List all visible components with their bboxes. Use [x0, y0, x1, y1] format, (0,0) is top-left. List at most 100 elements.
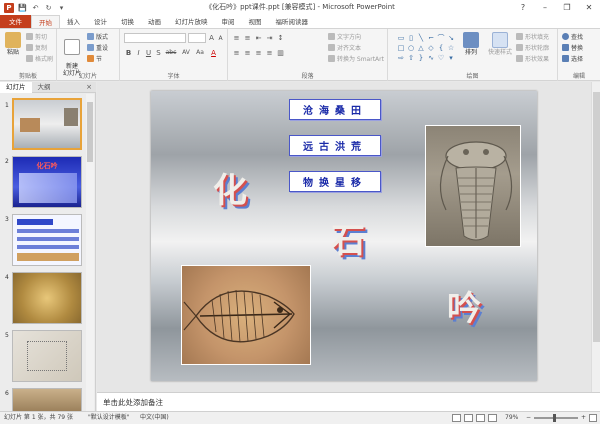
shape-outline-button[interactable]: 形状轮廓	[516, 43, 549, 52]
star-shape-icon[interactable]: ☆	[446, 43, 456, 53]
minimize-button[interactable]: –	[534, 0, 556, 15]
redo-icon[interactable]: ↻	[44, 3, 53, 12]
slide-thumbnail-6[interactable]	[12, 388, 82, 412]
format-painter-button[interactable]: 格式刷	[26, 54, 53, 63]
vertical-textbox-shape-icon[interactable]: ▯	[406, 33, 416, 43]
italic-button[interactable]: I	[134, 48, 143, 57]
char-spacing-button[interactable]: AV	[180, 48, 192, 57]
triangle-shape-icon[interactable]: △	[416, 43, 426, 53]
language-indicator[interactable]: 中文(中国)	[140, 412, 169, 424]
textbox-shape-icon[interactable]: ▭	[396, 33, 406, 43]
shadow-button[interactable]: S	[154, 48, 163, 57]
zoom-slider-thumb[interactable]	[553, 414, 557, 422]
strikethrough-button[interactable]: abc	[164, 48, 178, 57]
tab-view[interactable]: 视图	[242, 15, 269, 28]
increase-indent-icon[interactable]: ⇥	[265, 33, 274, 42]
tab-insert[interactable]: 插入	[60, 15, 87, 28]
slide-thumbnail-4[interactable]	[12, 272, 82, 324]
slide-scroll-thumb[interactable]	[593, 92, 600, 342]
bracket-shape-icon[interactable]: {	[436, 43, 446, 53]
tab-home[interactable]: 开始	[31, 15, 60, 28]
reading-view-icon[interactable]	[476, 414, 485, 422]
cut-button[interactable]: 剪切	[26, 32, 47, 41]
quick-styles-button[interactable]: 快速样式	[486, 32, 514, 56]
slide-thumbnail-2[interactable]: 化石吟	[12, 156, 82, 208]
paste-button[interactable]: 粘贴	[2, 32, 24, 56]
fit-to-window-icon[interactable]	[589, 414, 597, 422]
shapes-gallery[interactable]: ▭ ▯ ╲ ⌐ ⌒ ↘ □ ○ △ ◇{☆ ⇨ ⇧} ∿ ♡ ▾	[396, 33, 456, 67]
layout-button[interactable]: 版式	[87, 32, 108, 41]
zoom-percent[interactable]: 79%	[505, 412, 518, 424]
save-icon[interactable]: 💾	[18, 3, 27, 12]
shrink-font-button[interactable]: A	[216, 34, 225, 43]
panel-scrollbar[interactable]	[86, 94, 94, 412]
wave-shape-icon[interactable]: ∿	[426, 53, 436, 63]
more-shapes-icon[interactable]: ▾	[446, 53, 456, 63]
tab-foxit-reader[interactable]: 福昕阅读器	[269, 15, 316, 28]
arrow-shape-icon[interactable]: ↘	[446, 33, 456, 43]
line-shape-icon[interactable]: ╲	[416, 33, 426, 43]
line-spacing-icon[interactable]: ↕	[276, 33, 285, 42]
tab-design[interactable]: 设计	[87, 15, 114, 28]
slide-thumbnail-3[interactable]	[12, 214, 82, 266]
undo-icon[interactable]: ↶	[31, 3, 40, 12]
columns-icon[interactable]: ▥	[276, 48, 285, 57]
diamond-shape-icon[interactable]: ◇	[426, 43, 436, 53]
select-button[interactable]: 选择	[562, 54, 583, 63]
align-right-icon[interactable]: ≡	[254, 48, 263, 57]
idiom-box-3[interactable]: 物换星移	[289, 171, 381, 192]
align-text-button[interactable]: 对齐文本	[328, 43, 361, 52]
reset-button[interactable]: 重设	[87, 43, 108, 52]
curve-shape-icon[interactable]: ⌒	[436, 33, 446, 43]
title-char-hua[interactable]: 化	[213, 163, 247, 212]
tab-slides[interactable]: 幻灯片	[0, 81, 32, 93]
panel-close-icon[interactable]: ×	[86, 82, 92, 93]
fossil-fish-image[interactable]	[181, 265, 311, 365]
slide-sorter-icon[interactable]	[464, 414, 473, 422]
find-button[interactable]: 查找	[562, 32, 583, 41]
slide-thumbnail-5[interactable]	[12, 330, 82, 382]
copy-button[interactable]: 复制	[26, 43, 47, 52]
tab-slideshow[interactable]: 幻灯片放映	[168, 15, 215, 28]
panel-scroll-thumb[interactable]	[87, 102, 93, 162]
bullets-icon[interactable]: ≡	[232, 33, 241, 42]
notes-pane[interactable]: 单击此处添加备注	[97, 392, 600, 411]
arrange-button[interactable]: 排列	[460, 32, 482, 56]
title-char-yin[interactable]: 吟	[447, 281, 481, 330]
slideshow-view-icon[interactable]	[488, 414, 497, 422]
bold-button[interactable]: B	[124, 48, 133, 57]
grow-font-button[interactable]: A	[207, 33, 216, 42]
font-size-combo[interactable]	[188, 33, 206, 43]
tab-animations[interactable]: 动画	[141, 15, 168, 28]
zoom-in-button[interactable]: +	[581, 412, 586, 424]
align-left-icon[interactable]: ≡	[232, 48, 241, 57]
rectangle-shape-icon[interactable]: □	[396, 43, 406, 53]
heart-shape-icon[interactable]: ♡	[436, 53, 446, 63]
close-button[interactable]: ✕	[578, 0, 600, 15]
font-color-button[interactable]: A	[209, 48, 218, 57]
idiom-box-2[interactable]: 远古洪荒	[289, 135, 381, 156]
decrease-indent-icon[interactable]: ⇤	[254, 33, 263, 42]
tab-transitions[interactable]: 切换	[114, 15, 141, 28]
replace-button[interactable]: 替换	[562, 43, 583, 52]
tab-file[interactable]: 文件	[0, 15, 31, 28]
tab-review[interactable]: 审阅	[215, 15, 242, 28]
align-center-icon[interactable]: ≡	[243, 48, 252, 57]
slide-scrollbar[interactable]	[591, 82, 600, 392]
justify-icon[interactable]: ≡	[265, 48, 274, 57]
trilobite-fossil-image[interactable]	[425, 125, 521, 247]
help-button[interactable]: ?	[512, 0, 534, 15]
idiom-box-1[interactable]: 沧海桑田	[289, 99, 381, 120]
section-button[interactable]: 节	[87, 54, 102, 63]
slide-canvas[interactable]: 沧海桑田 远古洪荒 物换星移 化 石 吟	[151, 91, 537, 381]
tab-outline[interactable]: 大纲	[32, 82, 57, 93]
zoom-out-button[interactable]: −	[526, 412, 531, 424]
right-arrow-shape-icon[interactable]: ⇨	[396, 53, 406, 63]
elbow-line-shape-icon[interactable]: ⌐	[426, 33, 436, 43]
underline-button[interactable]: U	[144, 48, 153, 57]
normal-view-icon[interactable]	[452, 414, 461, 422]
shape-effects-button[interactable]: 形状效果	[516, 54, 549, 63]
shape-fill-button[interactable]: 形状填充	[516, 32, 549, 41]
text-direction-button[interactable]: 文字方向	[328, 32, 361, 41]
up-arrow-shape-icon[interactable]: ⇧	[406, 53, 416, 63]
